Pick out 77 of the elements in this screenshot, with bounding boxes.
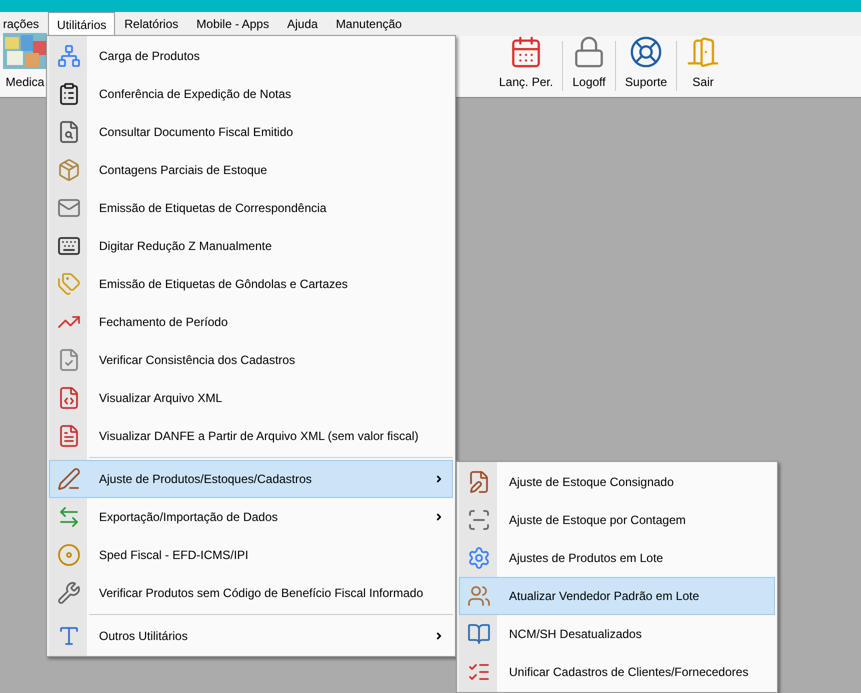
menu-item[interactable]: Ajustes de Produtos em Lote [459, 539, 775, 577]
menu-item-label: Atualizar Vendedor Padrão em Lote [509, 588, 700, 605]
menu-item-label: Verificar Produtos sem Código de Benefício Fiscal Informado [99, 585, 424, 602]
menu-item[interactable]: Verificar Consistência dos Cadastros [49, 341, 453, 379]
menu-item[interactable]: Atualizar Vendedor Padrão em Lote [459, 577, 775, 615]
letters-icon [57, 624, 81, 648]
menu-item[interactable]: Outros Utilitários [49, 617, 453, 655]
booklet-icon [467, 622, 491, 646]
menu-item[interactable]: Visualizar Arquivo XML [49, 379, 453, 417]
menu-item[interactable]: Unificar Cadastros de Clientes/Fornecedores [459, 653, 775, 691]
keyboard-icon [57, 234, 81, 258]
menu-bar-item[interactable]: Manutenção [326, 12, 411, 36]
pen-icon [467, 470, 491, 494]
menu-item[interactable]: Ajuste de Estoque por Contagem [459, 501, 775, 539]
menu-item-label: Ajuste de Estoque Consignado [509, 474, 675, 491]
menu-item-label: Outros Utilitários [99, 628, 189, 645]
menu-item-label: Sped Fiscal - EFD-ICMS/IPI [99, 547, 250, 564]
document-search-icon [57, 120, 81, 144]
menu-bar-item[interactable]: rações [0, 12, 48, 36]
menu-item[interactable]: Fechamento de Período [49, 303, 453, 341]
menu-item[interactable]: Exportação/Importação de Dados [49, 498, 453, 536]
boxes-icon [57, 158, 81, 182]
lifebuoy-icon [629, 35, 664, 69]
xml-file-icon [57, 386, 81, 410]
menu-item[interactable]: Ajuste de Produtos/Estoques/Cadastros [49, 460, 453, 498]
menu-item-label: Visualizar DANFE a Partir de Arquivo XML (sem valor fiscal) [99, 428, 420, 445]
menu-item-label: Carga de Produtos [99, 48, 201, 65]
menu-bar-item[interactable]: Relatórios [115, 12, 188, 36]
menu-item[interactable]: Consultar Documento Fiscal Emitido [49, 113, 453, 151]
toolbar-button[interactable]: Suporte [623, 35, 670, 91]
envelope-icon [57, 196, 81, 220]
menu-item-label: Emissão de Etiquetas de Gôndolas e Cartazes [99, 276, 349, 293]
menu-item-label: Contagens Parciais de Estoque [99, 162, 268, 179]
menu-item[interactable]: Emissão de Etiquetas de Correspondência [49, 189, 453, 227]
network-icon [57, 44, 81, 68]
menu-item[interactable]: Ajuste de Estoque Consignado [459, 463, 775, 501]
menu-item[interactable]: Sped Fiscal - EFD-ICMS/IPI [49, 536, 453, 574]
menu-item[interactable]: NCM/SH Desatualizados [459, 615, 775, 653]
menu-bar-item[interactable]: Ajuda [278, 12, 327, 36]
menu-item-label: Emissão de Etiquetas de Correspondência [99, 200, 328, 217]
arrows-icon [57, 505, 81, 529]
tags-icon [57, 272, 81, 296]
toolbar-button[interactable]: Sair [684, 35, 722, 91]
menu-bar-item[interactable]: Utilitários [48, 12, 116, 36]
gears-icon [467, 546, 491, 570]
menu-item-label: Digitar Redução Z Manualmente [99, 238, 273, 255]
wrench-icon [57, 581, 81, 605]
menu-item-label: Visualizar Arquivo XML [99, 390, 224, 407]
toolbar-button[interactable]: Logoff [570, 35, 608, 91]
disc-icon [57, 543, 81, 567]
clipboard-icon [57, 82, 81, 106]
menu-item-label: Exportação/Importação de Dados [99, 509, 279, 526]
menu-item-label: Conferência de Expedição de Notas [99, 86, 292, 103]
menu-item-label: Verificar Consistência dos Cadastros [99, 352, 296, 369]
menu-bar-item[interactable]: Mobile - Apps [187, 12, 278, 36]
menu-item[interactable]: Emissão de Etiquetas de Gôndolas e Cartazes [49, 265, 453, 303]
menu-item[interactable]: Digitar Redução Z Manualmente [49, 227, 453, 265]
menu-item-label: Ajuste de Estoque por Contagem [509, 512, 687, 529]
menu-item-label: Unificar Cadastros de Clientes/Fornecedores [509, 664, 750, 681]
toolbar-button[interactable]: Lanç. Per. [497, 35, 556, 91]
menu-item[interactable]: Verificar Produtos sem Código de Benefício Fiscal Informado [49, 574, 453, 612]
menu-item-label: Ajustes de Produtos em Lote [509, 550, 664, 567]
menu-item-label: Ajuste de Produtos/Estoques/Cadastros [99, 471, 313, 488]
menu-item-label: NCM/SH Desatualizados [509, 626, 643, 643]
toolbar-button[interactable]: Medica [0, 33, 47, 91]
menu-item-label: Fechamento de Período [99, 314, 229, 331]
door-icon [686, 35, 720, 69]
menu-item[interactable]: Contagens Parciais de Estoque [49, 151, 453, 189]
menu-item[interactable]: Visualizar DANFE a Partir de Arquivo XML (sem valor fiscal) [49, 417, 453, 455]
menu-item[interactable]: Carga de Produtos [49, 37, 453, 75]
people-icon [467, 584, 491, 608]
document-icon [57, 348, 81, 372]
menu-item[interactable]: Conferência de Expedição de Notas [49, 75, 453, 113]
menu-item-label: Consultar Documento Fiscal Emitido [99, 124, 294, 141]
xml-file-icon [57, 424, 81, 448]
pen-icon [57, 467, 81, 491]
scanner-icon [467, 508, 491, 532]
